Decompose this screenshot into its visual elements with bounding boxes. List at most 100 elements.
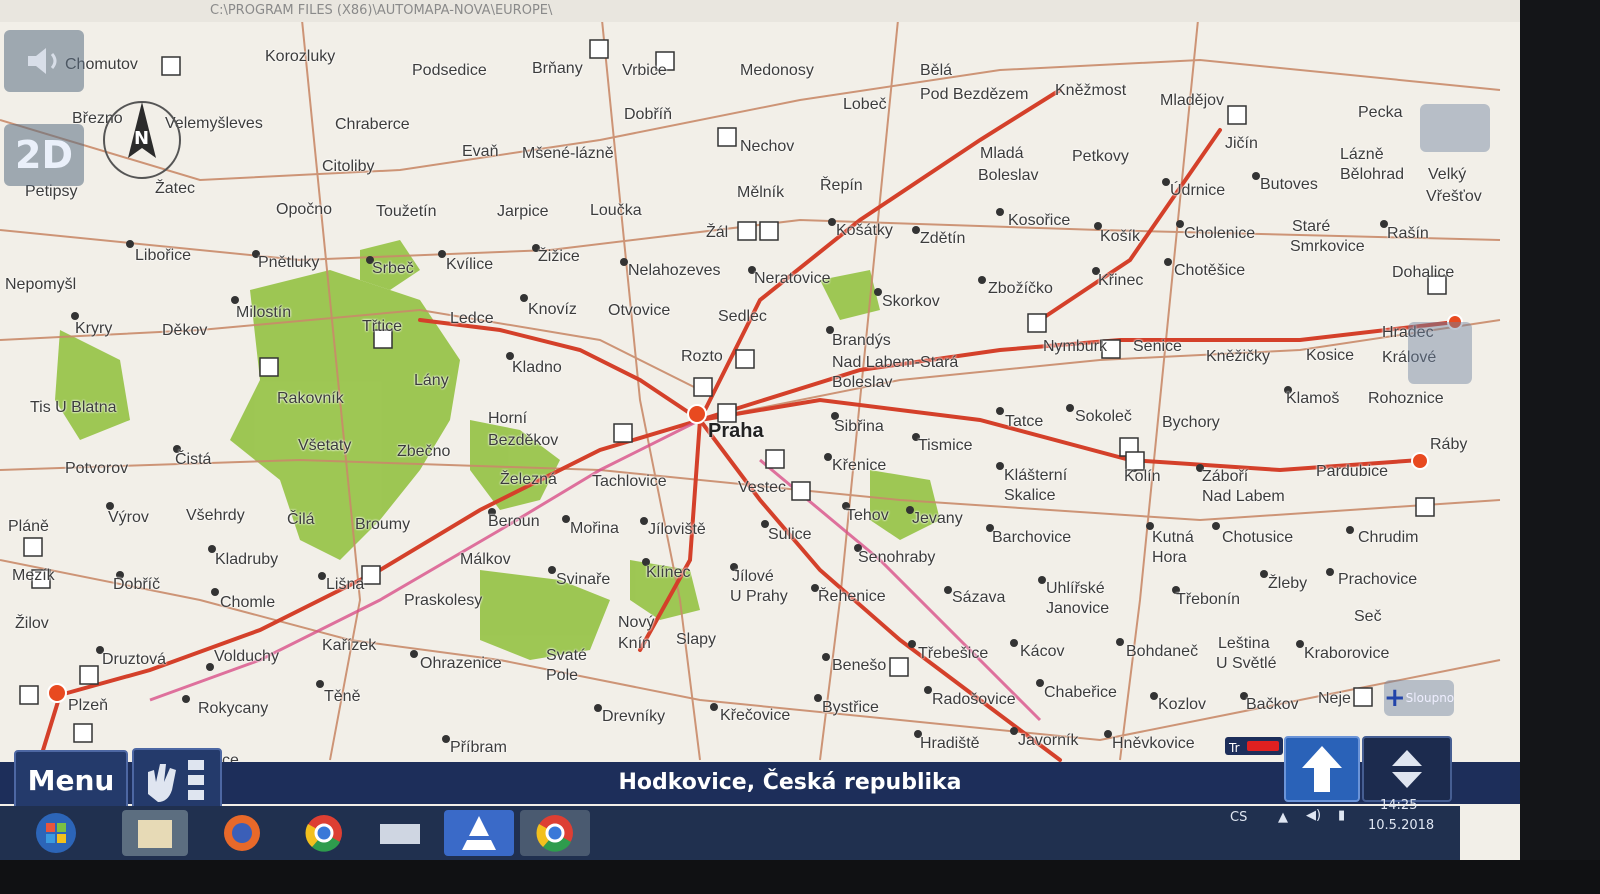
city-label-kosorice[interactable]: Kosořice bbox=[1008, 212, 1070, 230]
city-label-krenice[interactable]: Křenice bbox=[832, 457, 886, 475]
city-label-jilove[interactable]: Jílové bbox=[732, 568, 774, 586]
city-label-petkovy[interactable]: Petkovy bbox=[1072, 148, 1129, 166]
city-label-benesov[interactable]: Benešo bbox=[832, 657, 886, 675]
city-label-roztoky[interactable]: Rozto bbox=[681, 348, 723, 366]
city-label-boleslav[interactable]: Boleslav bbox=[978, 167, 1038, 185]
language-indicator[interactable]: CS bbox=[1230, 810, 1247, 825]
city-label-opocno[interactable]: Opočno bbox=[276, 201, 332, 219]
city-label-janovice[interactable]: Janovice bbox=[1046, 600, 1109, 618]
city-label-chotusice[interactable]: Chotusice bbox=[1222, 529, 1293, 547]
city-label-pribram[interactable]: Příbram bbox=[450, 739, 507, 757]
city-label-senice[interactable]: Senice bbox=[1133, 338, 1182, 356]
city-label-mladejov[interactable]: Mladějov bbox=[1160, 92, 1224, 110]
city-label-udrnice[interactable]: Údrnice bbox=[1170, 182, 1225, 200]
taskbar-explorer[interactable] bbox=[122, 810, 188, 856]
city-label-nechov[interactable]: Nechov bbox=[740, 138, 794, 156]
city-label-barchovice[interactable]: Barchovice bbox=[992, 529, 1071, 547]
sound-button[interactable] bbox=[4, 30, 84, 92]
city-label-jarpice[interactable]: Jarpice bbox=[497, 203, 549, 221]
city-label-boleslav2[interactable]: Boleslav bbox=[832, 374, 892, 392]
city-label-javornik[interactable]: Javorník bbox=[1018, 732, 1078, 750]
city-label-lobec[interactable]: Lobeč bbox=[843, 96, 887, 114]
city-label-pod-bezdezem[interactable]: Pod Bezdězem bbox=[920, 86, 1029, 104]
city-label-bychory[interactable]: Bychory bbox=[1162, 414, 1220, 432]
city-label-drevniky[interactable]: Drevníky bbox=[602, 708, 665, 726]
city-label-rehenice[interactable]: Řehenice bbox=[818, 588, 886, 606]
city-label-krinec[interactable]: Křinec bbox=[1098, 272, 1143, 290]
city-label-bohdanec[interactable]: Bohdaneč bbox=[1126, 643, 1198, 661]
city-label-jicin[interactable]: Jičín bbox=[1225, 135, 1258, 153]
city-label-praskolesy[interactable]: Praskolesy bbox=[404, 592, 482, 610]
pan-button[interactable] bbox=[1362, 736, 1452, 802]
compass[interactable]: N bbox=[100, 98, 184, 182]
city-label-stare-smrkovice[interactable]: Staré bbox=[1292, 218, 1330, 236]
city-label-milostin[interactable]: Milostín bbox=[236, 304, 291, 322]
city-label-pnetluky[interactable]: Pnětluky bbox=[258, 254, 319, 272]
city-label-novy-knin[interactable]: Nový bbox=[618, 614, 654, 632]
city-label-kraborovice[interactable]: Kraborovice bbox=[1304, 645, 1389, 663]
city-label-zatec[interactable]: Žatec bbox=[155, 180, 195, 198]
city-label-evan[interactable]: Evaň bbox=[462, 143, 498, 161]
city-label-kosatky[interactable]: Košátky bbox=[836, 222, 893, 240]
city-label-neratovice[interactable]: Neratovice bbox=[754, 270, 830, 288]
city-label-kosice[interactable]: Kosice bbox=[1306, 347, 1354, 365]
city-label-hora[interactable]: Hora bbox=[1152, 549, 1187, 567]
city-label-tis-u-blatna[interactable]: Tis U Blatna bbox=[30, 399, 117, 417]
city-label-msene-lazne[interactable]: Mšené-lázně bbox=[522, 145, 614, 163]
volume-icon[interactable]: ◀) bbox=[1306, 808, 1321, 823]
city-label-zelezna[interactable]: Železná bbox=[500, 471, 557, 489]
city-label-bystrice[interactable]: Bystřice bbox=[822, 699, 879, 717]
city-label-dobrin[interactable]: Dobříň bbox=[624, 106, 672, 124]
city-label-lisna[interactable]: Lišna bbox=[326, 576, 364, 594]
city-label-chraberce[interactable]: Chraberce bbox=[335, 116, 410, 134]
city-label-hnevkovice[interactable]: Hněvkovice bbox=[1112, 735, 1195, 753]
city-label-chrudim[interactable]: Chrudim bbox=[1358, 529, 1418, 547]
city-label-plane[interactable]: Pláně bbox=[8, 518, 49, 536]
city-label-klamos[interactable]: Klamoš bbox=[1286, 390, 1339, 408]
city-label-tatce[interactable]: Tatce bbox=[1005, 413, 1043, 431]
taskbar-chrome[interactable] bbox=[294, 810, 354, 856]
city-label-radosovice[interactable]: Radošovice bbox=[932, 691, 1016, 709]
zoom-level-badge[interactable] bbox=[1408, 322, 1472, 384]
city-label-nad-labem-stara[interactable]: Nad Labem-Stará bbox=[832, 354, 958, 372]
city-label-broumy[interactable]: Broumy bbox=[355, 516, 410, 534]
city-label-knezicky[interactable]: Kněžičky bbox=[1206, 348, 1270, 366]
city-label-velky-vrestov[interactable]: Velký bbox=[1428, 166, 1466, 184]
city-label-volduchy[interactable]: Volduchy bbox=[214, 648, 279, 666]
city-label-rokycany[interactable]: Rokycany bbox=[198, 700, 268, 718]
taskbar-keyboard[interactable] bbox=[370, 810, 430, 856]
city-label-cholenice[interactable]: Cholenice bbox=[1184, 225, 1255, 243]
city-label-nejepin[interactable]: Neje bbox=[1318, 690, 1351, 708]
city-label-nad-labem[interactable]: Nad Labem bbox=[1202, 488, 1285, 506]
city-label-nymburk[interactable]: Nymburk bbox=[1043, 338, 1107, 356]
city-label-brandys[interactable]: Brandýs bbox=[832, 332, 891, 350]
city-label-cila[interactable]: Čilá bbox=[287, 511, 315, 529]
city-label-chomle[interactable]: Chomle bbox=[220, 594, 275, 612]
map-corner-widget[interactable] bbox=[1420, 104, 1490, 152]
city-label-hradiste[interactable]: Hradiště bbox=[920, 735, 980, 753]
city-label-jiloviste[interactable]: Jíloviště bbox=[648, 521, 706, 539]
city-label-beroun[interactable]: Beroun bbox=[488, 513, 540, 531]
city-label-skalice[interactable]: Skalice bbox=[1004, 487, 1056, 505]
city-label-bezdekov[interactable]: Bezděkov bbox=[488, 432, 558, 450]
city-label-kladruby[interactable]: Kladruby bbox=[215, 551, 278, 569]
city-label-zleby[interactable]: Žleby bbox=[1268, 575, 1307, 593]
city-label-srbec[interactable]: Srbeč bbox=[372, 260, 414, 278]
city-label-podsedice[interactable]: Podsedice bbox=[412, 62, 487, 80]
city-label-lazne-belohrad[interactable]: Lázně bbox=[1340, 146, 1384, 164]
city-label-zilov[interactable]: Žilov bbox=[15, 615, 49, 633]
city-label-mlada-boleslav[interactable]: Mladá bbox=[980, 145, 1024, 163]
city-label-belohrad[interactable]: Bělohrad bbox=[1340, 166, 1404, 184]
city-label-touzetin[interactable]: Toužetín bbox=[376, 203, 436, 221]
city-label-klasterni-skalice[interactable]: Klášterní bbox=[1004, 467, 1067, 485]
city-label-bela[interactable]: Bělá bbox=[920, 62, 952, 80]
start-button[interactable] bbox=[28, 810, 84, 856]
city-label-vsehrdy[interactable]: Všehrdy bbox=[186, 507, 245, 525]
clock-date[interactable]: 10.5.2018 bbox=[1368, 818, 1434, 833]
city-label-klinec[interactable]: Klínec bbox=[646, 564, 690, 582]
city-label-chaberice[interactable]: Chabeřice bbox=[1044, 684, 1117, 702]
city-label-mezik[interactable]: Mezík bbox=[12, 567, 55, 585]
city-label-rakovnik[interactable]: Rakovník bbox=[277, 390, 344, 408]
city-label-kacov[interactable]: Kácov bbox=[1020, 643, 1064, 661]
city-label-kosik[interactable]: Košík bbox=[1100, 228, 1140, 246]
